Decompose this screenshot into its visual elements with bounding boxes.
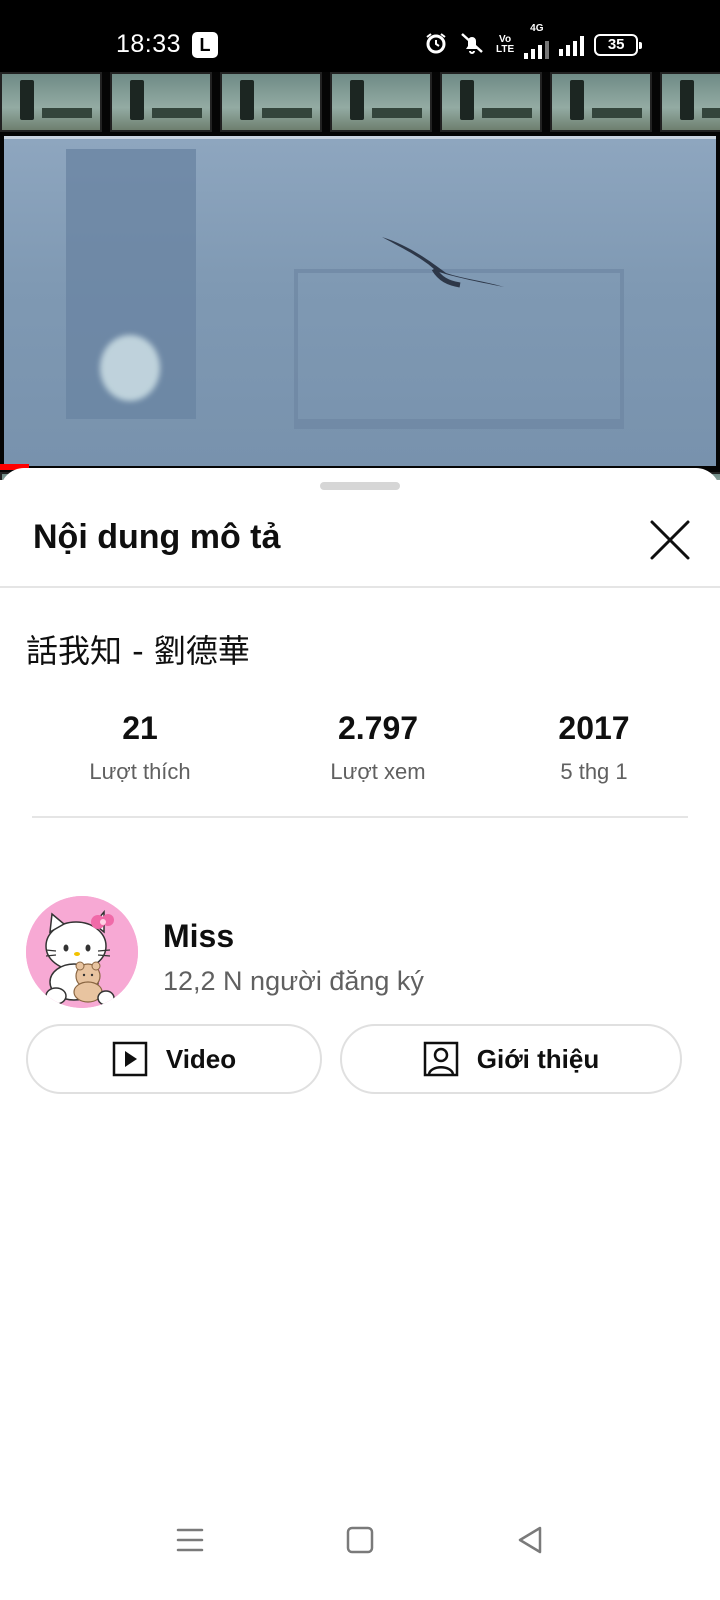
volte-line2: LTE xyxy=(496,44,515,55)
views-label: Lượt xem xyxy=(330,759,426,784)
channel-row[interactable]: Miss 12,2 N người đăng ký xyxy=(26,896,696,1008)
back-triangle-icon xyxy=(518,1526,542,1554)
video-stats: 21 Lượt thích 2.797 Lượt xem 2017 5 thg … xyxy=(0,710,720,790)
subscriber-count: 12,2 N người đăng ký xyxy=(163,966,424,996)
film-frame xyxy=(660,72,720,132)
filmstrip-top xyxy=(0,72,720,132)
4g-signal-icon: 4G xyxy=(524,23,550,59)
likes-count: 21 xyxy=(122,710,158,746)
divider xyxy=(0,586,720,588)
recent-apps-button[interactable] xyxy=(170,1520,210,1560)
hello-kitty-avatar xyxy=(26,896,138,1008)
alarm-icon xyxy=(424,31,448,60)
film-frame xyxy=(0,72,102,132)
videos-button-label: Video xyxy=(165,1043,237,1074)
bird-shape xyxy=(382,237,504,288)
likes-label: Lượt thích xyxy=(89,759,191,784)
upload-date: 5 thg 1 xyxy=(560,759,628,784)
close-button[interactable] xyxy=(644,514,696,566)
sheet-drag-handle[interactable] xyxy=(320,482,400,490)
app-notification-badge: L xyxy=(192,32,218,58)
home-button[interactable] xyxy=(340,1520,380,1560)
film-frame xyxy=(550,72,652,132)
film-frame xyxy=(220,72,322,132)
channel-name[interactable]: Miss xyxy=(163,918,234,955)
views-count: 2.797 xyxy=(337,710,419,746)
about-button[interactable]: Giới thiệu xyxy=(340,1024,682,1094)
silent-icon xyxy=(458,31,486,60)
system-nav-bar xyxy=(0,1490,720,1600)
date-stat: 2017 5 thg 1 xyxy=(494,710,694,785)
menu-icon xyxy=(176,1528,204,1552)
status-icons: Vo LTE 4G 35 xyxy=(424,23,643,60)
battery-icon: 35 xyxy=(594,34,643,56)
video-title: 話我知 - 劉德華 xyxy=(26,632,250,670)
person-box-icon xyxy=(423,1041,458,1077)
film-frame xyxy=(440,72,542,132)
sheet-title: Nội dung mô tả xyxy=(33,518,281,556)
home-square-icon xyxy=(346,1526,374,1554)
film-frame xyxy=(330,72,432,132)
divider xyxy=(32,816,688,818)
description-sheet: Nội dung mô tả 話我知 - 劉德華 21 Lượt thích 2… xyxy=(0,468,720,1600)
signal-icon xyxy=(559,34,585,56)
close-icon xyxy=(650,520,690,560)
about-button-label: Giới thiệu xyxy=(476,1043,600,1074)
video-light-shape xyxy=(100,335,160,401)
network-type: 4G xyxy=(530,23,544,34)
status-bar: 18:33 L Vo LTE 4G 35 xyxy=(0,0,720,72)
volte-icon: Vo LTE xyxy=(496,35,514,55)
status-time: 18:33 xyxy=(116,30,182,58)
video-frame xyxy=(4,136,716,466)
video-player[interactable] xyxy=(0,72,720,480)
upload-year: 2017 xyxy=(558,710,630,746)
likes-stat: 21 Lượt thích xyxy=(40,710,240,785)
views-stat: 2.797 Lượt xem xyxy=(278,710,478,785)
play-box-icon xyxy=(112,1041,148,1077)
channel-avatar[interactable] xyxy=(26,896,138,1008)
videos-button[interactable]: Video xyxy=(26,1024,322,1094)
back-button[interactable] xyxy=(510,1520,550,1560)
film-frame xyxy=(110,72,212,132)
